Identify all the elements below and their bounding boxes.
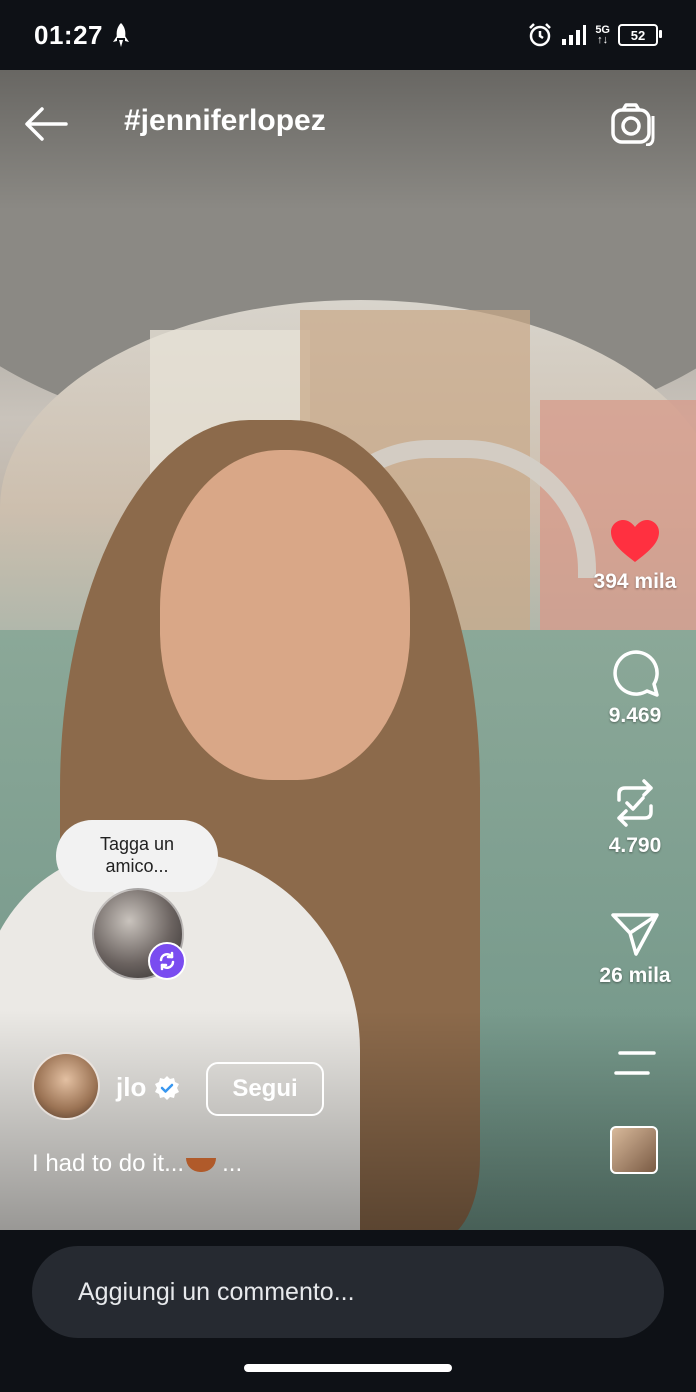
heart-icon	[611, 520, 659, 562]
network-type: 5G ↑↓	[595, 25, 610, 46]
canoe-icon	[186, 1157, 217, 1172]
rocket-icon	[113, 23, 129, 47]
home-indicator[interactable]	[244, 1364, 452, 1372]
status-time: 01:27	[34, 20, 103, 50]
comment-input[interactable]: Aggiungi un commento...	[32, 1246, 664, 1338]
caption-text: I had to do it...	[32, 1150, 185, 1177]
verified-icon	[155, 1076, 179, 1100]
repost-badge	[148, 942, 186, 980]
like-count: 394 mila	[593, 570, 677, 593]
battery-icon: 52	[618, 24, 662, 46]
tag-friend-text-line2: amico...	[105, 856, 169, 876]
audio-thumbnail[interactable]	[610, 1126, 658, 1174]
comment-count: 9.469	[608, 704, 662, 727]
author-username[interactable]: jlo	[116, 1072, 146, 1103]
video-shade	[0, 70, 696, 210]
tag-friend-prompt[interactable]: Tagga un amico...	[56, 820, 218, 892]
tag-friend-text-line1: Tagga un	[99, 834, 175, 854]
author-avatar[interactable]	[32, 1052, 100, 1120]
repost-button[interactable]: 4.790	[580, 778, 690, 858]
video-shade	[0, 1010, 696, 1230]
network-arrows: ↑↓	[597, 34, 609, 46]
caption-more[interactable]: ...	[222, 1150, 242, 1177]
share-button[interactable]: 26 mila	[580, 910, 690, 988]
more-options-icon[interactable]	[612, 1048, 658, 1078]
caption[interactable]: I had to do it......	[32, 1150, 242, 1178]
signal-icon	[562, 25, 587, 45]
alarm-icon	[529, 23, 552, 47]
repost-icon	[617, 779, 653, 827]
back-arrow-icon[interactable]	[22, 104, 70, 144]
camera-icon[interactable]	[610, 102, 656, 146]
page-title: #jenniferlopez	[124, 104, 326, 137]
comment-button[interactable]: 9.469	[580, 648, 690, 728]
refresh-icon	[159, 951, 175, 971]
like-button[interactable]: 394 mila	[580, 518, 690, 594]
video-person-face	[160, 450, 410, 780]
repost-count: 4.790	[608, 834, 662, 857]
follow-button[interactable]: Segui	[206, 1062, 324, 1116]
send-icon	[611, 913, 659, 956]
status-right: 5G ↑↓ 52	[527, 20, 662, 50]
share-count: 26 mila	[599, 964, 671, 987]
comment-icon	[613, 650, 659, 697]
status-bar: 01:27 5G ↑↓ 52	[0, 0, 696, 70]
